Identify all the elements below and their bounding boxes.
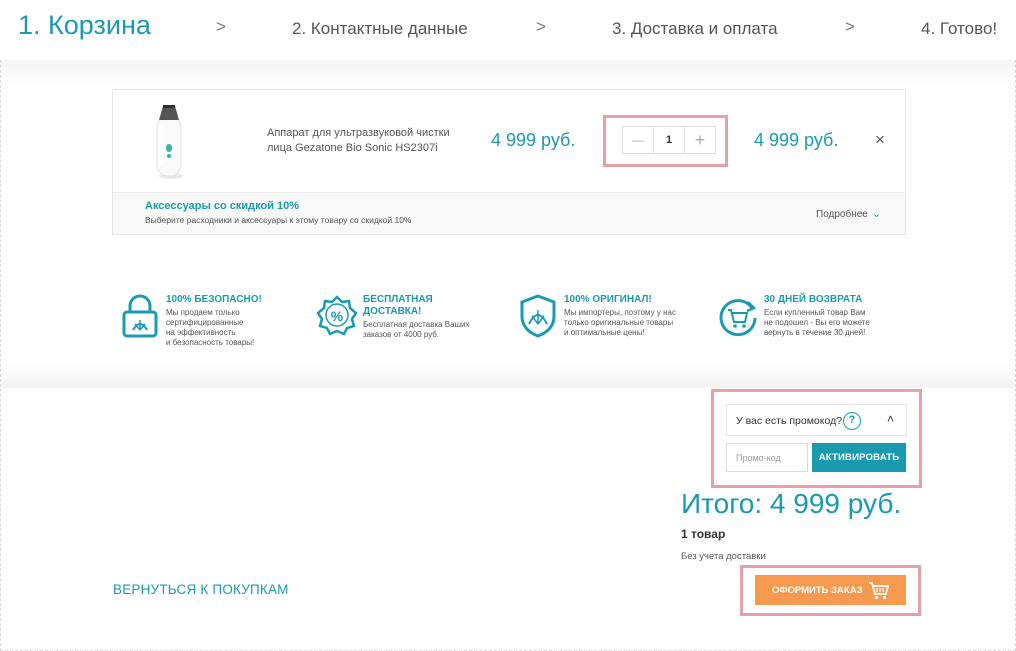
order-total: Итого: 4 999 руб. xyxy=(681,488,902,519)
order-highlight xyxy=(740,565,921,616)
feature-title: БЕСПЛАТНАЯ xyxy=(363,294,433,305)
feature-text: заказов от 4000 руб. xyxy=(363,330,440,339)
feature-text: вернуть в течение 30 дней! xyxy=(764,328,866,337)
cart-item-row: Аппарат для ультразвуковой чистки лица G… xyxy=(113,90,905,192)
accessories-title: Аксессуары со скидкой 10% xyxy=(145,200,300,212)
delivery-note: Без учета доставки xyxy=(681,551,766,562)
step-separator: > xyxy=(845,17,855,36)
step-separator: > xyxy=(216,17,226,36)
accessories-subtitle: Выберите расходники и аксессуары к этому… xyxy=(145,215,412,225)
step-separator: > xyxy=(536,17,546,36)
feature-text: и оптимальные цены! xyxy=(564,328,645,337)
feature-safe: 100% БЕЗОПАСНО! Мы продаем только сертиф… xyxy=(120,292,300,352)
chevron-down-icon: ⌄ xyxy=(871,208,882,220)
feature-text: и безопасность товары! xyxy=(166,338,255,347)
back-to-shopping-link[interactable]: ВЕРНУТЬСЯ К ПОКУПКАМ xyxy=(113,582,289,597)
items-count: 1 товар xyxy=(681,527,726,541)
percent-badge-icon: % xyxy=(317,295,357,336)
more-label: Подробнее xyxy=(816,209,868,220)
step-done[interactable]: 4. Готово! xyxy=(921,19,997,39)
promo-highlight xyxy=(711,389,922,488)
quantity-highlight xyxy=(603,115,728,167)
feature-title: 100% ОРИГИНАЛ! xyxy=(564,294,652,305)
feature-text: Если купленный товар Вам xyxy=(764,308,866,317)
cart-item-card: Аппарат для ультразвуковой чистки лица G… xyxy=(112,89,906,235)
feature-return: 30 ДНЕЙ ВОЗВРАТА Если купленный товар Ва… xyxy=(718,292,898,352)
feature-text: не подошел - Вы его можете xyxy=(764,318,870,327)
lock-icon xyxy=(122,294,158,338)
remove-item-button[interactable]: × xyxy=(875,130,885,150)
feature-text: только оригинальные товары xyxy=(564,318,674,327)
product-name[interactable]: Аппарат для ультразвуковой чистки лица G… xyxy=(267,126,477,156)
accessories-row: Аксессуары со скидкой 10% Выберите расхо… xyxy=(113,192,905,234)
feature-title: 100% БЕЗОПАСНО! xyxy=(166,294,262,305)
feature-text: Мы продаем только xyxy=(166,308,240,317)
return-cart-icon xyxy=(719,299,757,337)
unit-price: 4 999 руб. xyxy=(491,130,576,150)
feature-text: Мы импортеры, поэтому у нас xyxy=(564,308,676,317)
feature-title: ДОСТАВКА! xyxy=(363,306,422,317)
feature-text: на эффективность xyxy=(166,328,236,337)
step-cart[interactable]: 1. Корзина xyxy=(18,10,151,41)
feature-text: сертифицированные xyxy=(166,318,244,327)
feature-original: 100% ОРИГИНАЛ! Мы импортеры, поэтому у н… xyxy=(518,292,698,352)
step-delivery-payment[interactable]: 3. Доставка и оплата xyxy=(612,19,778,39)
feature-free-delivery: % БЕСПЛАТНАЯ ДОСТАВКА! Бесплатная достав… xyxy=(317,292,497,352)
line-total-price: 4 999 руб. xyxy=(754,130,839,150)
shield-icon xyxy=(520,294,556,338)
svg-text:%: % xyxy=(331,308,344,324)
product-image[interactable] xyxy=(135,102,199,182)
feature-title: 30 ДНЕЙ ВОЗВРАТА xyxy=(764,294,863,305)
checkout-steps: 1. Корзина > 2. Контактные данные > 3. Д… xyxy=(0,0,1016,60)
step-contacts[interactable]: 2. Контактные данные xyxy=(292,19,468,39)
feature-text: Бесплатная доставка Ваших xyxy=(363,320,470,329)
accessories-more-link[interactable]: Подробнее ⌄ xyxy=(816,207,881,220)
